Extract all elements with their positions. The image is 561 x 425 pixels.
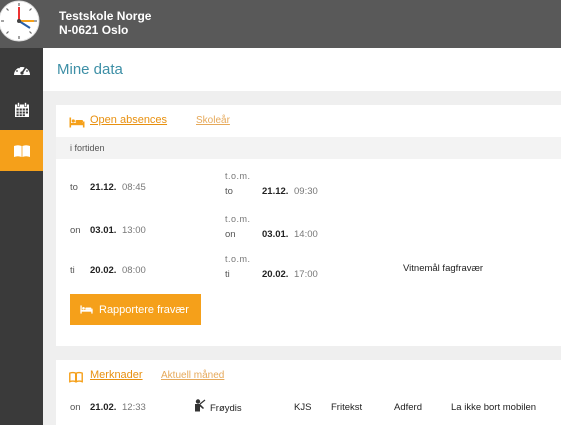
from-day: ti <box>70 265 75 276</box>
tom-label: t.o.m. <box>225 254 251 264</box>
absences-card: Open absences Skoleår i fortiden to 21.1… <box>56 105 561 346</box>
tab-merknader[interactable]: Merknader <box>90 369 143 381</box>
remarks-card: Merknader Aktuell måned on 21.02. 12:33 … <box>56 360 561 425</box>
to-day: to <box>225 186 233 197</box>
remark-date: 21.02. <box>90 402 117 413</box>
from-time: 13:00 <box>122 225 146 236</box>
tab-skolear[interactable]: Skoleår <box>196 115 230 126</box>
from-time: 08:45 <box>122 182 146 193</box>
remark-teacher: Frøydis <box>210 403 242 414</box>
absence-row[interactable]: to 21.12. 08:45 t.o.m. to 21.12. 09:30 <box>56 165 561 205</box>
to-day: on <box>225 229 236 240</box>
remark-row[interactable]: on 21.02. 12:33 Frøydis KJS Fritekst Adf… <box>56 399 561 419</box>
top-bar: Testskole Norge N-0621 Oslo <box>0 0 561 48</box>
dashboard-icon <box>13 64 30 75</box>
bed-icon <box>69 115 85 133</box>
absence-reason: Vitnemål fagfravær <box>403 263 484 274</box>
absence-row[interactable]: on 03.01. 13:00 t.o.m. on 03.01. 14:00 <box>56 208 561 248</box>
clock-logo-icon[interactable] <box>0 0 43 43</box>
sidebar <box>0 48 43 425</box>
book-icon <box>13 144 30 157</box>
remark-type: Fritekst <box>331 402 363 413</box>
report-absence-label: Rapportere fravær <box>99 303 189 316</box>
school-name: Testskole Norge <box>59 9 152 23</box>
remark-category: Adferd <box>394 402 422 413</box>
school-address: N-0621 Oslo <box>59 23 129 37</box>
teacher-icon <box>194 399 206 415</box>
sidebar-item-dashboard[interactable] <box>0 48 43 89</box>
tab-open-absences[interactable]: Open absences <box>90 114 167 126</box>
to-time: 09:30 <box>294 186 318 197</box>
sidebar-item-mine-data[interactable] <box>0 130 43 171</box>
from-date: 20.02. <box>90 265 117 276</box>
report-absence-button[interactable]: Rapportere fravær <box>70 294 201 325</box>
to-day: ti <box>225 269 230 280</box>
from-day: to <box>70 182 78 193</box>
remark-text: La ikke bort mobilen <box>451 402 537 413</box>
from-date: 21.12. <box>90 182 117 193</box>
page-title: Mine data <box>57 61 123 78</box>
remark-time: 12:33 <box>122 402 146 413</box>
remarks-tabs: Merknader Aktuell måned <box>56 360 561 392</box>
book-icon <box>69 370 83 388</box>
to-date: 20.02. <box>262 269 289 280</box>
sidebar-item-calendar[interactable] <box>0 89 43 130</box>
to-date: 21.12. <box>262 186 289 197</box>
main-content: Mine data Open absences Skoleår i fortid… <box>43 48 561 425</box>
section-header-past: i fortiden <box>56 137 561 159</box>
from-day: on <box>70 225 81 236</box>
school-info: Testskole Norge N-0621 Oslo <box>59 9 151 37</box>
remark-day: on <box>70 402 81 413</box>
bed-icon <box>80 305 93 314</box>
tom-label: t.o.m. <box>225 214 251 224</box>
to-time: 17:00 <box>294 269 318 280</box>
to-date: 03.01. <box>262 229 289 240</box>
tab-aktuell-maned[interactable]: Aktuell måned <box>161 370 224 381</box>
section-label: i fortiden <box>70 143 105 153</box>
remark-subject: KJS <box>294 402 312 413</box>
page-header: Mine data <box>43 48 561 91</box>
absence-row[interactable]: ti 20.02. 08:00 t.o.m. ti 20.02. 17:00 V… <box>56 251 561 291</box>
tom-label: t.o.m. <box>225 171 251 181</box>
calendar-icon <box>14 101 29 117</box>
absences-tabs: Open absences Skoleår <box>56 105 561 137</box>
from-date: 03.01. <box>90 225 117 236</box>
to-time: 14:00 <box>294 229 318 240</box>
from-time: 08:00 <box>122 265 146 276</box>
